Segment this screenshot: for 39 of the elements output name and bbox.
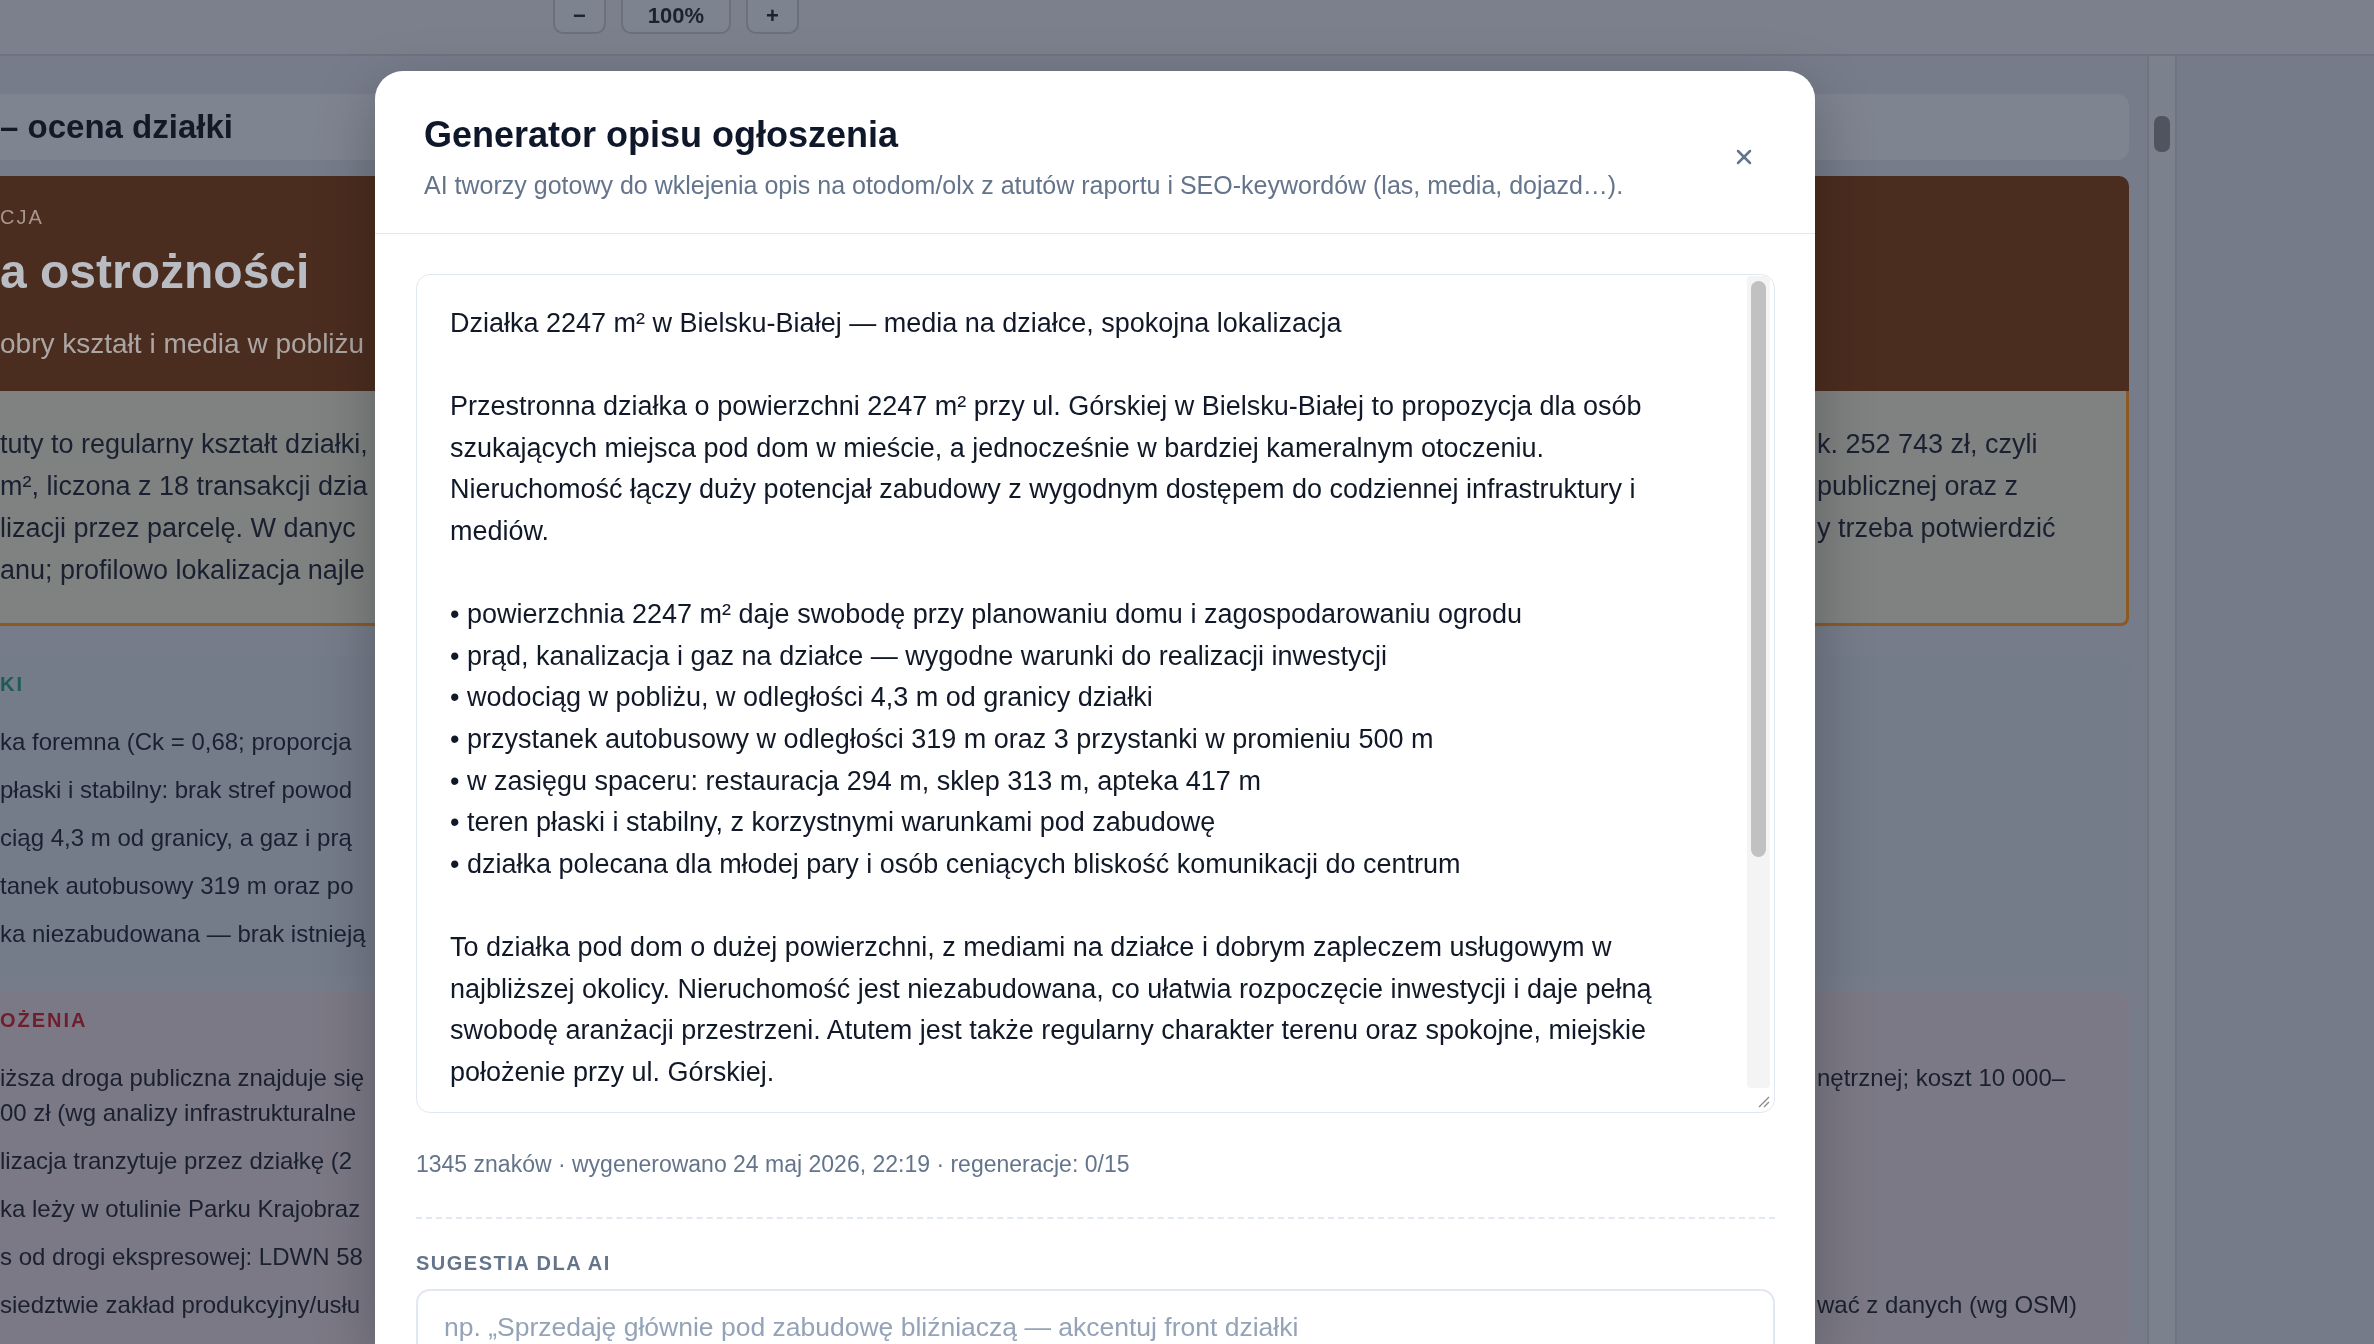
summary-text: m², liczona z 18 transakcji dzia [0,470,368,503]
suggestion-input[interactable]: np. „Sprzedaję głównie pod zabudowę bliźniaczą — akcentuj front działki [416,1289,1775,1344]
modal-title: Generator opisu ogłoszenia [424,114,899,156]
verdict-subtitle: obry kształt i media w pobliżu [0,327,365,361]
summary-text: y trzeba potwierdzić [1817,512,2056,545]
list-item-text: ka foremna (Ck = 0,68; proporcja [0,727,352,757]
list-item-text: s od drogi ekspresowej: LDWN 58 [0,1242,363,1272]
list-item-text: ciąg 4,3 m od granicy, a gaz i prą [0,823,352,853]
list-item-text: wać z danych (wg OSM) [1817,1290,2078,1320]
panel-heading: KI [0,672,24,696]
page-scrollbar[interactable] [2147,56,2177,1344]
scrollbar-thumb[interactable] [1751,281,1766,857]
scrollbar[interactable] [1747,276,1770,1088]
modal-subtitle: AI tworzy gotowy do wklejenia opis na otodom/olx z atutów raportu i SEO-keywordów (las, media, dojazd…). [424,170,1624,200]
summary-text: tuty to regularny kształt działki, [0,428,368,461]
list-item-text: płaski i stabilny: brak stref powod [0,775,353,805]
suggestion-label: SUGESTIA DLA AI [416,1251,611,1276]
list-item-text: iższa droga publiczna znajduje się [0,1063,365,1093]
summary-text: lizacji przez parcelę. W danyc [0,512,356,545]
scrollbar-thumb[interactable] [2154,116,2170,152]
list-item-text: 00 zł (wg analizy infrastrukturalne [0,1098,357,1128]
generation-info: 1345 znaków · wygenerowano 24 maj 2026, 22:19 · regeneracje: 0/15 [416,1150,1130,1179]
verdict-title: a ostrożności [0,244,310,300]
panel-heading: OŻENIA [0,1008,88,1032]
list-item-text: tanek autobusowy 319 m oraz po [0,871,354,901]
summary-text: anu; profilowo lokalizacja najle [0,554,365,587]
verdict-label: CJA [0,205,44,229]
list-item-text: siedztwie zakład produkcyjny/usłu [0,1290,361,1320]
summary-text: publicznej oraz z [1817,470,2019,503]
list-item-text: ka leży w otulinie Parku Krajobraz [0,1194,361,1224]
zoom-level-button[interactable]: 100% [621,0,731,34]
list-item-text: ka niezabudowana — brak istnieją [0,919,366,949]
zoom-out-button[interactable]: − [553,0,606,34]
list-item-text: nętrznej; koszt 10 000– [1817,1063,2066,1093]
description-textarea[interactable]: Działka 2247 m² w Bielsku-Białej — media na działce, spokojna lokalizacja Przestronna działka o powierzchni 2247 m² przy ul. Górskiej w Bielsku-Białej to propozycja dla osób szukających miejsca pod dom w mieście, a jednocześnie w bardziej kameralnym otoczeniu. Nieruchomość łączy duży potencjał zabudowy z wygodnym dostępem do codziennej infrastruktury i mediów. • powierzchnia 2247 m² daje swobodę przy planowaniu domu i zagospodarowaniu ogrodu • prąd, kanalizacja i gaz na działce — wygodne warunki do realizacji inwestycji • wodociąg w pobliżu, w odległości 4,3 m od granicy działki • przystanek autobusowy w odległości 319 m oraz 3 przystanki w promieniu 500 m • w zasięgu spaceru: restauracja 294 m, sklep 313 m, apteka 417 m • teren płaski i stabilny, z korzystnymi warunkami pod zabudowę • działka polecana dla młodej pary i osób ceniących bliskość komunikacji do centrum To działka pod dom o dużej powierzchni, z mediami na działce i dobrym zapleczem usługowym w najbliższej okolicy. Nieruchomość jest niezabudowana, co ułatwia rozpoczęcie inwestycji i daje pełną swobodę aranżacji przestrzeni. Atutem jest także regularny charakter terenu oraz spokojne, miejskie położenie przy ul. Górskiej. [416,274,1775,1113]
resize-handle-icon[interactable] [1757,1095,1770,1108]
summary-text: k. 252 743 zł, czyli [1817,428,2038,461]
list-item-text: lizacja tranzytuje przez działkę (2 [0,1146,353,1176]
zoom-in-button[interactable]: + [746,0,799,34]
